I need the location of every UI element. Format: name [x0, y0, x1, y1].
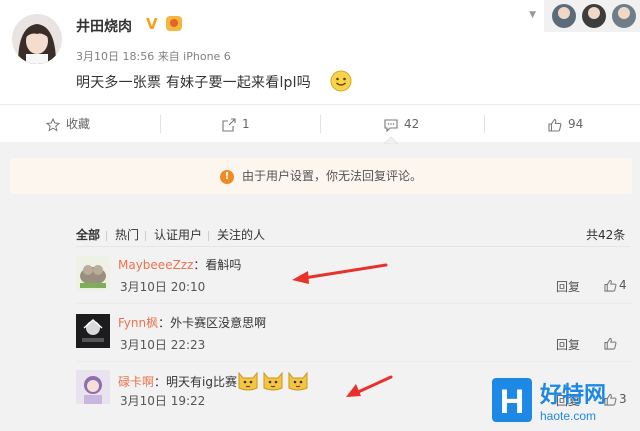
comment-like-count: 4: [619, 278, 627, 292]
favorite-label: 收藏: [66, 117, 91, 131]
comment-icon: [384, 118, 398, 132]
site-watermark: H 好特网 haote.com: [492, 374, 638, 430]
post-content: 明天多一张票 有妹子要一起来看lpl吗: [76, 75, 311, 91]
divider: [208, 230, 210, 241]
divider: [320, 115, 321, 133]
divider: [160, 115, 161, 133]
post-meta: 3月10日 18:56 来自 iPhone 6: [76, 50, 231, 63]
divider: [106, 230, 108, 241]
active-pointer: [384, 136, 398, 144]
star-icon: [46, 117, 60, 132]
comment-body: ：看斛吗: [193, 258, 242, 272]
comment-count: 42: [404, 117, 420, 131]
menu-caret-icon[interactable]: ▼: [529, 10, 536, 20]
tab-following[interactable]: 关注的人: [217, 226, 265, 243]
reply-button[interactable]: 回复: [556, 278, 580, 295]
level-badge-icon: [166, 16, 182, 31]
dog-emoji-icon: [238, 371, 308, 391]
warning-icon: !: [219, 169, 234, 184]
commenter-avatar[interactable]: [76, 370, 110, 404]
tab-all[interactable]: 全部: [76, 226, 100, 243]
comment-like-button[interactable]: 4: [604, 278, 627, 292]
forward-icon: [222, 117, 236, 132]
comment-username[interactable]: MaybeeeZzz: [118, 258, 193, 272]
notice-text: 由于用户设置，你无法回复评论。: [241, 169, 422, 183]
post-action-bar: 收藏 1 42 94: [0, 104, 640, 144]
author-avatar[interactable]: [12, 14, 62, 64]
thumbs-up-icon: [548, 118, 562, 132]
red-arrow-annotation: [346, 375, 393, 397]
like-button[interactable]: 94: [548, 105, 583, 143]
thumbs-up-icon: [604, 279, 617, 292]
comment-username[interactable]: Fynn枫: [118, 316, 158, 330]
favorite-button[interactable]: 收藏: [46, 105, 90, 143]
comment-time: 3月10日 19:22: [120, 394, 206, 408]
author-name[interactable]: 井田烧肉: [76, 16, 132, 36]
watermark-logo-letter: H: [500, 383, 525, 421]
total-comments: 共42条: [586, 228, 626, 242]
comment-text: Fynn枫：外卡赛区没意思啊: [118, 314, 266, 331]
tab-hot[interactable]: 热门: [115, 226, 139, 243]
comment-username[interactable]: 碌卡啊: [118, 375, 154, 389]
comment-body: ：外卡赛区没意思啊: [158, 316, 267, 330]
thumbs-up-icon: [604, 337, 617, 350]
watermark-logo: H 好特网 haote.com: [492, 378, 606, 423]
comment-time: 3月10日 22:23: [120, 338, 206, 352]
commenter-avatar[interactable]: [76, 314, 110, 348]
forward-button[interactable]: 1: [222, 105, 250, 143]
watermark-name: 好特网: [539, 382, 606, 408]
dog-emoji-group: [237, 370, 309, 395]
divider: [76, 303, 632, 304]
comment-like-button[interactable]: [604, 336, 619, 350]
top-right-avatars-image: [544, 0, 640, 32]
divider: [76, 361, 632, 362]
reply-button[interactable]: 回复: [556, 336, 580, 353]
divider: [484, 115, 485, 133]
comment-time: 3月10日 20:10: [120, 280, 206, 294]
forward-count: 1: [242, 117, 250, 131]
comment-text: MaybeeeZzz：看斛吗: [118, 256, 241, 273]
weibo-post-screen: 井田烧肉 V 3月10日 18:56 来自 iPhone 6 明天多一张票 有妹…: [0, 0, 640, 431]
divider: [76, 246, 630, 247]
reply-disabled-notice: ! 由于用户设置，你无法回复评论。: [10, 158, 632, 194]
tab-verified-users[interactable]: 认证用户: [154, 226, 202, 243]
comment-body: ：明天有ig比赛: [154, 375, 237, 389]
verified-badge: V: [146, 15, 158, 33]
like-count: 94: [568, 117, 584, 131]
smiley-emoji-icon: [330, 70, 352, 92]
comment-filter-tabs: 全部 热门 认证用户 关注的人: [76, 226, 271, 243]
watermark-url: haote.com: [540, 409, 596, 423]
red-arrow-annotation: [292, 263, 388, 284]
commenter-avatar[interactable]: [76, 256, 110, 290]
divider: [145, 230, 147, 241]
